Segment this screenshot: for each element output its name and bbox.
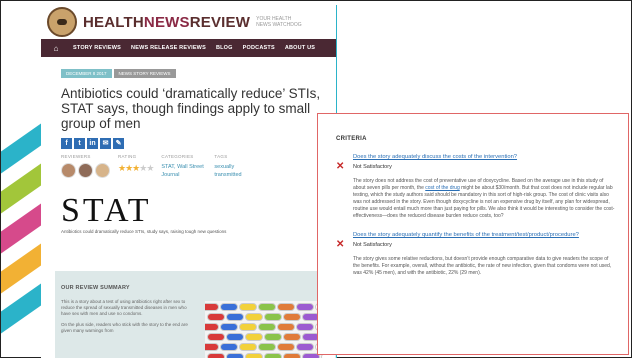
bulldog-logo-icon[interactable] bbox=[47, 7, 77, 37]
article-page: HEALTHNEWSREVIEW YOUR HEALTH NEWS WATCHD… bbox=[41, 5, 337, 358]
type-tag[interactable]: NEWS STORY REVIEWS bbox=[113, 69, 176, 78]
pill-shape bbox=[205, 343, 219, 351]
pill-shape bbox=[205, 323, 219, 331]
pill-shape bbox=[239, 303, 257, 311]
criterion-status-label: Not Satisfactory bbox=[353, 242, 392, 248]
nav-story-reviews[interactable]: STORY REVIEWS bbox=[73, 45, 121, 51]
nav-podcasts[interactable]: PODCASTS bbox=[243, 45, 275, 51]
reviewer-avatar[interactable] bbox=[95, 163, 110, 178]
summary-title: OUR REVIEW SUMMARY bbox=[61, 285, 130, 291]
reviewer-avatar[interactable] bbox=[78, 163, 93, 178]
star-empty-icon: ★ bbox=[146, 163, 154, 173]
pill-shape bbox=[226, 313, 244, 321]
pill-shape bbox=[258, 343, 276, 351]
pill-shape bbox=[245, 333, 263, 341]
screenshot-frame: HEALTHNEWSREVIEW YOUR HEALTH NEWS WATCHD… bbox=[0, 0, 632, 358]
pills-image bbox=[205, 301, 335, 358]
star-rating: ★★★★★ bbox=[118, 163, 154, 174]
home-icon[interactable]: ⌂ bbox=[49, 44, 63, 53]
pill-shape bbox=[277, 303, 295, 311]
article-title: Antibiotics could ‘dramatically reduce’ … bbox=[61, 86, 321, 131]
pill-shape bbox=[277, 323, 295, 331]
pill-shape bbox=[245, 313, 263, 321]
stat-caption: Antibiotics could dramatically reduce ST… bbox=[61, 229, 227, 234]
email-share-icon[interactable]: ✉ bbox=[100, 138, 111, 149]
pill-shape bbox=[220, 303, 238, 311]
pill-shape bbox=[245, 353, 263, 358]
categories-col: CATEGORIES STAT, Wall Street Journal bbox=[161, 154, 206, 179]
nav-blog[interactable]: BLOG bbox=[216, 45, 233, 51]
criterion-question-link[interactable]: Does the story adequately quantify the b… bbox=[336, 232, 618, 238]
criteria-panel: CRITERIA Does the story adequately discu… bbox=[317, 113, 629, 355]
article-meta: REVIEWERS RATING ★★★★★ CATEGORIES STAT, … bbox=[61, 154, 326, 179]
categories-link[interactable]: STAT, Wall Street Journal bbox=[161, 163, 206, 179]
stat-logo: STAT bbox=[61, 192, 152, 229]
article-tags: DECEMBER 8 2017 NEWS STORY REVIEWS bbox=[61, 69, 326, 78]
site-logo[interactable]: HEALTHNEWSREVIEW bbox=[83, 14, 250, 31]
pill-shape bbox=[258, 323, 276, 331]
categories-label: CATEGORIES bbox=[161, 154, 194, 159]
print-share-icon[interactable]: ✎ bbox=[113, 138, 124, 149]
pill-shape bbox=[205, 303, 219, 311]
not-satisfactory-x-icon: ✕ bbox=[336, 239, 345, 250]
pill-shape bbox=[296, 323, 314, 331]
linkedin-share-icon[interactable]: in bbox=[87, 138, 98, 149]
criteria-heading: CRITERIA bbox=[336, 136, 367, 142]
pill-shape bbox=[264, 313, 282, 321]
criterion-body: The story gives some relative reductions… bbox=[353, 256, 612, 276]
site-tagline: YOUR HEALTH NEWS WATCHDOG bbox=[256, 16, 302, 28]
tags-link[interactable]: sexually transmitted bbox=[214, 163, 259, 179]
pill-shape bbox=[207, 313, 225, 321]
article-content: DECEMBER 8 2017 NEWS STORY REVIEWS Antib… bbox=[41, 57, 336, 234]
cost-of-drug-link[interactable]: cost of the drug bbox=[425, 185, 459, 191]
share-buttons: f t in ✉ ✎ bbox=[61, 138, 326, 149]
decorative-stripes bbox=[1, 121, 41, 358]
pill-shape bbox=[226, 353, 244, 358]
summary-text: This is a story about a test of using an… bbox=[61, 299, 187, 316]
nav-about-us[interactable]: ABOUT US bbox=[285, 45, 315, 51]
criterion-costs: Does the story adequately discuss the co… bbox=[336, 154, 618, 220]
criterion-benefits: Does the story adequately quantify the b… bbox=[336, 232, 618, 277]
nav-news-release-reviews[interactable]: NEWS RELEASE REVIEWS bbox=[131, 45, 206, 51]
tags-label: TAGS bbox=[214, 154, 228, 159]
date-tag[interactable]: DECEMBER 8 2017 bbox=[61, 69, 112, 78]
main-nav: ⌂ STORY REVIEWS NEWS RELEASE REVIEWS BLO… bbox=[41, 39, 336, 57]
pill-shape bbox=[220, 343, 238, 351]
pill-shape bbox=[296, 343, 314, 351]
pill-shape bbox=[239, 323, 257, 331]
criterion-body: The story does not address the cost of p… bbox=[353, 178, 615, 219]
pill-shape bbox=[277, 343, 295, 351]
reviewer-avatar[interactable] bbox=[61, 163, 76, 178]
criterion-status: ✕ Not Satisfactory bbox=[336, 240, 618, 250]
pill-shape bbox=[264, 333, 282, 341]
not-satisfactory-x-icon: ✕ bbox=[336, 161, 345, 172]
pill-shape bbox=[207, 353, 225, 358]
pill-shape bbox=[283, 333, 301, 341]
pill-shape bbox=[207, 333, 225, 341]
pill-shape bbox=[239, 343, 257, 351]
criterion-status: ✕ Not Satisfactory bbox=[336, 162, 618, 172]
criterion-question-link[interactable]: Does the story adequately discuss the co… bbox=[336, 154, 618, 160]
pill-shape bbox=[220, 323, 238, 331]
pill-shape bbox=[226, 333, 244, 341]
criterion-status-label: Not Satisfactory bbox=[353, 164, 392, 170]
reviewers-label: REVIEWERS bbox=[61, 154, 91, 159]
review-summary: OUR REVIEW SUMMARY This is a story about… bbox=[55, 271, 336, 358]
summary-text-continued: On the plus side, readers who stick with… bbox=[61, 322, 188, 333]
rating-label: RATING bbox=[118, 154, 137, 159]
reviewers-col: REVIEWERS bbox=[61, 154, 110, 179]
site-header: HEALTHNEWSREVIEW YOUR HEALTH NEWS WATCHD… bbox=[41, 5, 336, 39]
twitter-share-icon[interactable]: t bbox=[74, 138, 85, 149]
pill-shape bbox=[283, 313, 301, 321]
pill-shape bbox=[283, 353, 301, 358]
rating-col: RATING ★★★★★ bbox=[118, 154, 154, 179]
pill-shape bbox=[258, 303, 276, 311]
pill-shape bbox=[264, 353, 282, 358]
tags-col: TAGS sexually transmitted bbox=[214, 154, 259, 179]
facebook-share-icon[interactable]: f bbox=[61, 138, 72, 149]
pill-shape bbox=[296, 303, 314, 311]
